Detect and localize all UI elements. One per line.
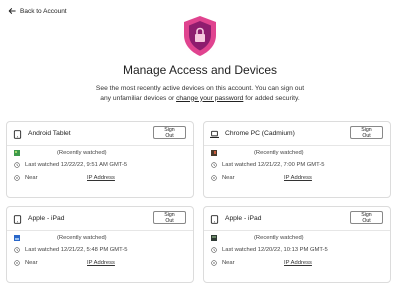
location-row: Near: [14, 175, 38, 181]
clock-icon: [211, 162, 217, 168]
location-icon: [211, 175, 217, 181]
card-divider: [7, 230, 193, 231]
profile-thumbnail-icon: [14, 150, 20, 156]
clock-icon: [211, 247, 217, 253]
last-watched-text: Last watched 12/22/22, 9:51 AM GMT-5: [25, 162, 128, 168]
device-name: Android Tablet: [28, 130, 71, 137]
card-divider: [204, 145, 390, 146]
device-name: Apple - iPad: [28, 215, 65, 222]
location-row: Near: [211, 175, 235, 181]
location-row: Near: [211, 260, 235, 266]
recently-watched-label: (Recently watched): [57, 150, 107, 156]
near-label: Near: [25, 175, 38, 181]
device-card: Android Tablet Sign Out (Recently watche…: [6, 121, 194, 198]
tablet-icon: [210, 215, 219, 224]
location-icon: [14, 175, 20, 181]
description-text-end: for added security.: [243, 94, 300, 102]
change-password-link[interactable]: change your password: [176, 95, 243, 102]
device-name: Chrome PC (Cadmium): [225, 130, 295, 137]
tablet-icon: [13, 215, 22, 224]
location-row: Near: [14, 260, 38, 266]
recently-watched-label: (Recently watched): [254, 150, 304, 156]
ip-address-link[interactable]: IP Address: [87, 260, 115, 266]
last-watched-row: Last watched 12/22/22, 9:51 AM GMT-5: [14, 162, 127, 168]
device-card: Apple - iPad Sign Out (Recently watched)…: [203, 206, 391, 283]
clock-icon: [14, 162, 20, 168]
clock-icon: [14, 247, 20, 253]
ip-address-link[interactable]: IP Address: [284, 175, 312, 181]
device-card: Apple - iPad Sign Out (Recently watched)…: [6, 206, 194, 283]
back-to-account-label: Back to Account: [20, 7, 67, 15]
device-name: Apple - iPad: [225, 215, 262, 222]
sign-out-button[interactable]: Sign Out: [153, 126, 186, 139]
near-label: Near: [25, 260, 38, 266]
sign-out-button[interactable]: Sign Out: [350, 126, 383, 139]
device-card: Chrome PC (Cadmium) Sign Out (Recently w…: [203, 121, 391, 198]
arrow-left-icon: [8, 8, 16, 14]
last-watched-row: Last watched 12/20/22, 10:13 PM GMT-5: [211, 247, 328, 253]
last-watched-text: Last watched 12/21/22, 5:48 PM GMT-5: [25, 247, 128, 253]
manage-devices-page: Back to Account Manage Access and Device…: [0, 0, 400, 285]
location-icon: [14, 260, 20, 266]
near-label: Near: [222, 175, 235, 181]
sign-out-button[interactable]: Sign Out: [350, 211, 383, 224]
back-to-account-link[interactable]: Back to Account: [8, 7, 67, 15]
card-divider: [204, 230, 390, 231]
last-watched-row: Last watched 12/21/22, 7:00 PM GMT-5: [211, 162, 324, 168]
page-title: Manage Access and Devices: [122, 63, 278, 77]
location-icon: [211, 260, 217, 266]
profile-thumbnail-icon: [211, 150, 217, 156]
recently-watched-label: (Recently watched): [254, 235, 304, 241]
shield-lock-icon: [177, 12, 223, 60]
profile-thumbnail-icon: [211, 235, 217, 241]
laptop-icon: [210, 130, 219, 139]
tablet-icon: [13, 130, 22, 139]
near-label: Near: [222, 260, 235, 266]
page-description: See the most recently active devices on …: [90, 84, 310, 103]
card-divider: [7, 145, 193, 146]
ip-address-link[interactable]: IP Address: [284, 260, 312, 266]
recently-watched-label: (Recently watched): [57, 235, 107, 241]
profile-thumbnail-icon: [14, 235, 20, 241]
sign-out-button[interactable]: Sign Out: [153, 211, 186, 224]
last-watched-text: Last watched 12/21/22, 7:00 PM GMT-5: [222, 162, 325, 168]
last-watched-row: Last watched 12/21/22, 5:48 PM GMT-5: [14, 247, 127, 253]
ip-address-link[interactable]: IP Address: [87, 175, 115, 181]
last-watched-text: Last watched 12/20/22, 10:13 PM GMT-5: [222, 247, 328, 253]
